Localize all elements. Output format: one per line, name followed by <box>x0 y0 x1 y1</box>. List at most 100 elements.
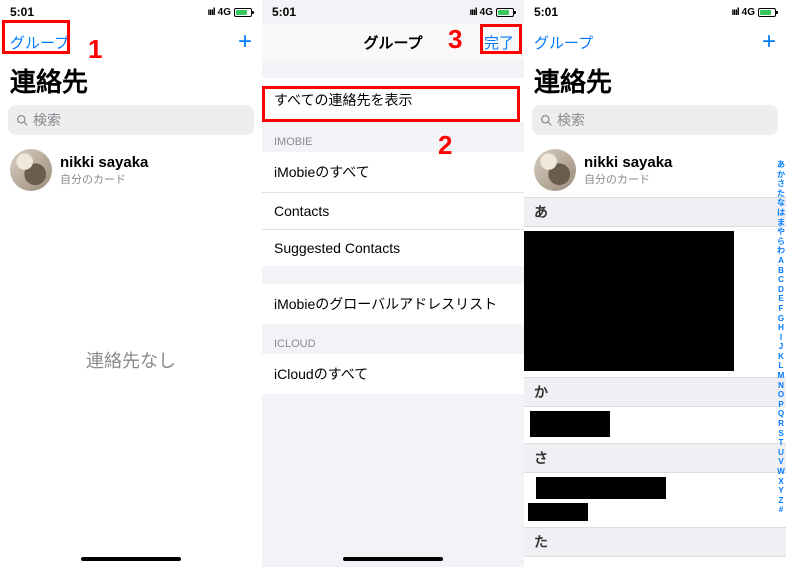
status-time: 5:01 <box>10 5 34 19</box>
status-right: ıııl 4G <box>470 7 514 18</box>
network-label: 4G <box>480 7 493 18</box>
group-header: IMOBIE <box>262 122 524 152</box>
mycard-sub: 自分のカード <box>584 171 672 187</box>
show-all-contacts[interactable]: すべての連絡先を表示 <box>262 78 524 122</box>
nav-bar: グループ + <box>0 24 262 60</box>
index-char[interactable]: た <box>777 189 785 199</box>
index-char[interactable]: B <box>778 266 784 276</box>
group-section-icloud: ICLOUD iCloudのすべて <box>262 324 524 394</box>
status-right: ıııl 4G <box>732 7 776 18</box>
signal-bars-icon: ıııl <box>732 7 739 18</box>
home-indicator[interactable] <box>343 557 443 561</box>
page-title: 連絡先 <box>0 60 262 105</box>
index-char[interactable]: F <box>779 304 784 314</box>
index-char[interactable]: R <box>778 419 784 429</box>
index-char[interactable]: P <box>778 400 783 410</box>
groups-button[interactable]: グループ <box>10 32 69 53</box>
group-row[interactable]: iMobieのグローバルアドレスリスト <box>262 284 524 324</box>
screen-groups: 5:01 ıııl 4G グループ 完了 すべての連絡先を表示 IMOBIE i… <box>262 0 524 567</box>
group-row[interactable]: Suggested Contacts <box>262 230 524 266</box>
index-char[interactable]: I <box>780 333 782 343</box>
battery-icon <box>496 8 514 17</box>
battery-icon <box>758 8 776 17</box>
contact-redacted[interactable] <box>524 227 786 377</box>
groups-button[interactable]: グループ <box>534 32 593 53</box>
index-char[interactable]: E <box>778 294 783 304</box>
index-char[interactable]: X <box>778 477 783 487</box>
screen-contacts-empty: 5:01 ıııl 4G グループ + 連絡先 検索 nikki sayaka … <box>0 0 262 567</box>
index-char[interactable]: J <box>779 342 783 352</box>
status-time: 5:01 <box>272 5 296 19</box>
contact-row[interactable]: 高田先生 <box>524 557 786 567</box>
index-char[interactable]: U <box>778 448 784 458</box>
nav-title: グループ <box>363 32 422 53</box>
index-char[interactable]: や <box>777 227 785 237</box>
index-char[interactable]: わ <box>777 246 785 256</box>
status-right: ıııl 4G <box>208 7 252 18</box>
index-char[interactable]: W <box>777 467 785 477</box>
signal-bars-icon: ıııl <box>208 7 215 18</box>
section-a: あ <box>524 197 786 227</box>
index-char[interactable]: か <box>777 170 785 180</box>
group-section-imobie: IMOBIE iMobieのすべて Contacts Suggested Con… <box>262 122 524 266</box>
mycard-sub: 自分のカード <box>60 171 148 187</box>
contact-redacted[interactable] <box>524 473 786 527</box>
index-char[interactable]: # <box>779 505 783 515</box>
search-input[interactable]: 検索 <box>532 105 778 135</box>
index-char[interactable]: G <box>778 314 784 324</box>
add-contact-button[interactable]: + <box>238 28 252 56</box>
index-char[interactable]: N <box>778 381 784 391</box>
group-row[interactable]: iMobieのすべて <box>262 152 524 193</box>
index-char[interactable]: O <box>778 390 784 400</box>
avatar <box>534 149 576 191</box>
index-char[interactable]: T <box>779 438 784 448</box>
index-char[interactable]: M <box>778 371 785 381</box>
index-char[interactable]: D <box>778 285 784 295</box>
status-time: 5:01 <box>534 5 558 19</box>
search-icon <box>540 114 553 127</box>
index-char[interactable]: H <box>778 323 784 333</box>
group-row[interactable]: iCloudのすべて <box>262 354 524 394</box>
screen-contacts-list: 5:01 ıııl 4G グループ + 連絡先 検索 nikki sayaka … <box>524 0 786 567</box>
search-placeholder: 検索 <box>557 110 585 130</box>
status-bar: 5:01 ıııl 4G <box>0 0 262 24</box>
index-char[interactable]: S <box>778 429 783 439</box>
contact-redacted[interactable] <box>524 407 786 443</box>
section-ta: た <box>524 527 786 557</box>
mycard-name: nikki sayaka <box>60 154 148 171</box>
status-bar: 5:01 ıııl 4G <box>524 0 786 24</box>
group-row[interactable]: Contacts <box>262 193 524 230</box>
search-input[interactable]: 検索 <box>8 105 254 135</box>
nav-bar: グループ + <box>524 24 786 60</box>
network-label: 4G <box>742 7 755 18</box>
nav-bar: グループ 完了 <box>262 24 524 60</box>
avatar <box>10 149 52 191</box>
index-char[interactable]: K <box>778 352 784 362</box>
index-char[interactable]: C <box>778 275 784 285</box>
index-char[interactable]: L <box>779 361 784 371</box>
battery-icon <box>234 8 252 17</box>
index-char[interactable]: は <box>777 208 785 218</box>
index-char[interactable]: A <box>778 256 784 266</box>
index-char[interactable]: ら <box>777 237 785 247</box>
section-ka: か <box>524 377 786 407</box>
add-contact-button[interactable]: + <box>762 28 776 56</box>
index-char[interactable]: Z <box>779 496 784 506</box>
section-index[interactable]: あかさたなはまやらわABCDEFGHIJKLMNOPQRSTUVWXYZ# <box>777 160 785 515</box>
my-card[interactable]: nikki sayaka 自分のカード <box>524 143 786 197</box>
group-section-gal: iMobieのグローバルアドレスリスト <box>262 284 524 324</box>
signal-bars-icon: ıııl <box>470 7 477 18</box>
status-bar: 5:01 ıııl 4G <box>262 0 524 24</box>
done-button[interactable]: 完了 <box>464 32 514 53</box>
home-indicator[interactable] <box>81 557 181 561</box>
search-placeholder: 検索 <box>33 110 61 130</box>
index-char[interactable]: ま <box>777 218 785 228</box>
empty-state: 連絡先なし <box>0 347 262 373</box>
index-char[interactable]: V <box>778 457 783 467</box>
index-char[interactable]: な <box>777 198 785 208</box>
index-char[interactable]: Q <box>778 409 784 419</box>
my-card[interactable]: nikki sayaka 自分のカード <box>0 143 262 197</box>
index-char[interactable]: さ <box>777 179 785 189</box>
index-char[interactable]: あ <box>777 160 785 170</box>
index-char[interactable]: Y <box>778 486 783 496</box>
